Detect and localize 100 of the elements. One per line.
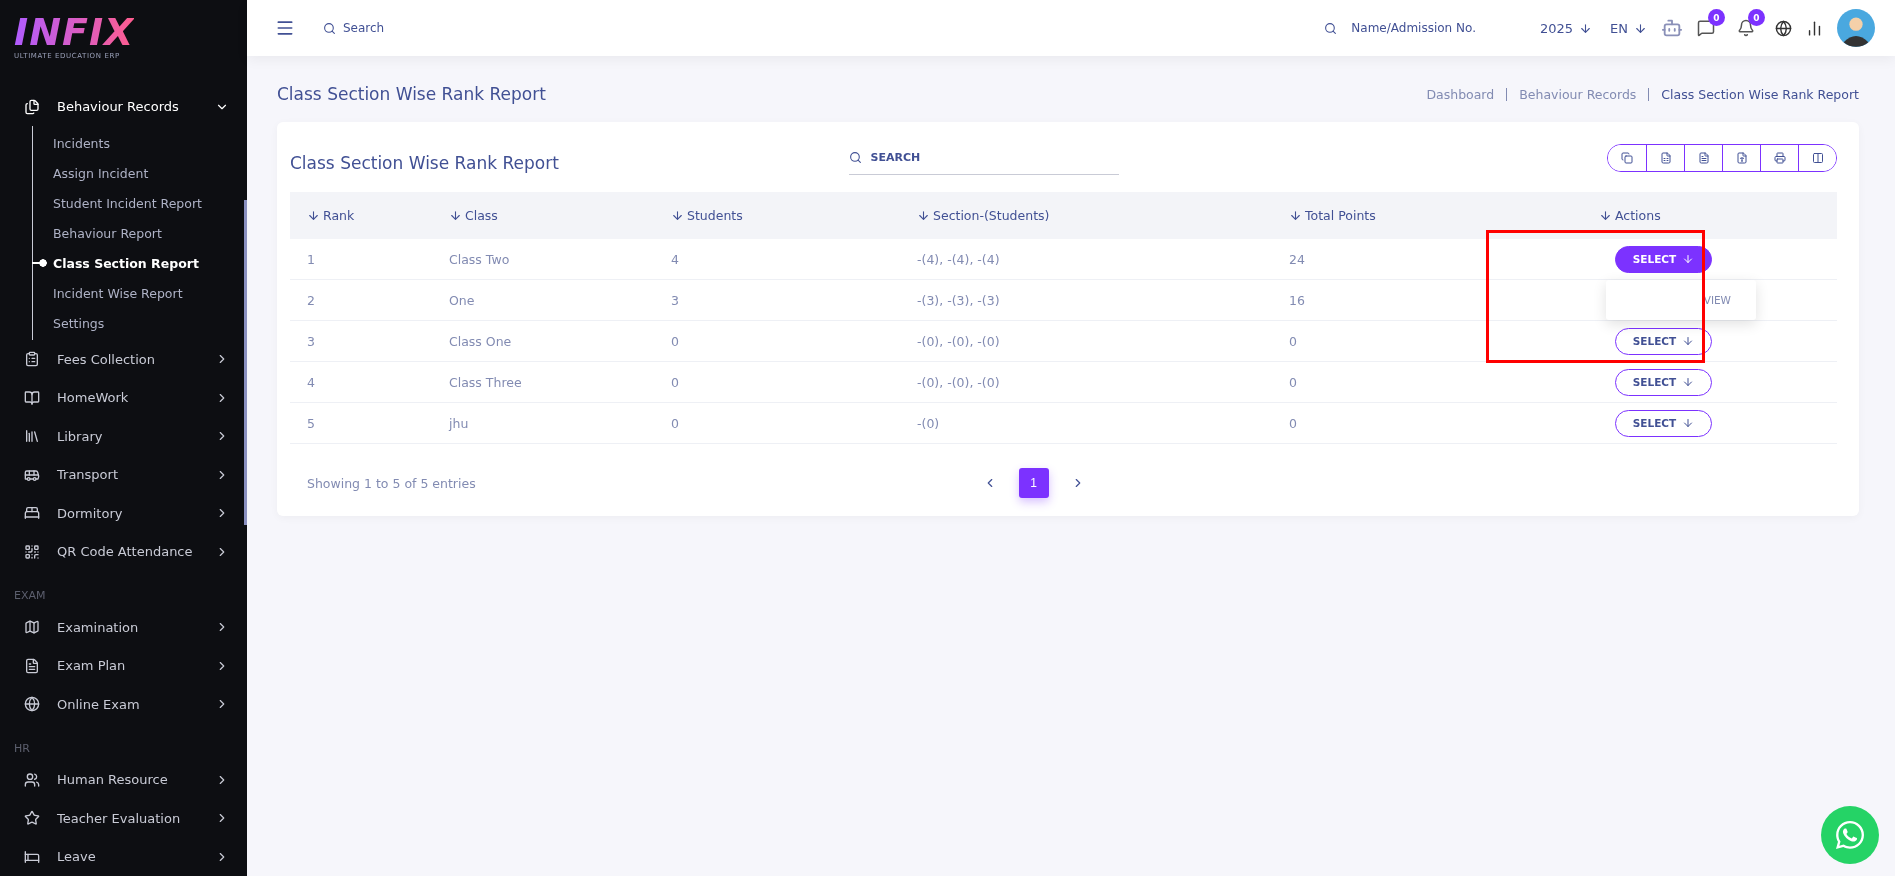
column-header[interactable]: Actions: [1599, 208, 1661, 223]
column-header[interactable]: Class: [449, 208, 498, 223]
menu-icon[interactable]: [275, 18, 295, 38]
entries-info: Showing 1 to 5 of 5 entries: [307, 475, 476, 491]
page-button[interactable]: 1: [1018, 468, 1049, 498]
table-search-field[interactable]: SEARCH: [848, 141, 1119, 175]
scrollbar-thumb[interactable]: [244, 200, 247, 525]
table-cell: Class Three: [449, 374, 522, 390]
table-cell: 0: [671, 374, 679, 390]
arrow-down-icon: [1682, 417, 1695, 429]
student-search-field[interactable]: Name/Admission No.: [1351, 21, 1476, 35]
card-title: Class Section Wise Rank Report: [290, 153, 559, 173]
search-field[interactable]: Search: [343, 21, 385, 35]
bed-icon: [24, 505, 40, 522]
table-cell: -(4), -(4), -(4): [917, 251, 1000, 267]
table-cell: 2: [307, 292, 315, 308]
sidebar-item[interactable]: Exam Plan: [0, 646, 247, 685]
breadcrumb-link[interactable]: Class Section Wise Rank Report: [1648, 87, 1859, 101]
arrow-down-icon: [917, 209, 930, 222]
sidebar-section-heading: HR: [13, 740, 30, 757]
users-icon: [24, 771, 40, 788]
select-dropdown-button[interactable]: SELECT: [1615, 327, 1712, 355]
chart-icon[interactable]: [1806, 19, 1823, 37]
printer-icon: [1773, 152, 1786, 164]
column-header[interactable]: Section-(Students): [917, 208, 1050, 223]
arrow-down-icon: [1682, 253, 1695, 265]
columns-icon: [1811, 152, 1824, 164]
select-dropdown-button[interactable]: SELECT: [1615, 245, 1712, 273]
arrow-down-icon: [671, 209, 684, 222]
arrow-down-icon: [1599, 209, 1612, 222]
spreadsheet-icon: [1659, 152, 1672, 164]
sidebar-subitem[interactable]: Class Section Report: [33, 248, 247, 278]
books-icon: [24, 428, 40, 445]
column-header[interactable]: Total Points: [1289, 208, 1376, 223]
file-icon: [1735, 152, 1748, 164]
document-icon: [1697, 152, 1710, 164]
search-icon: [1324, 21, 1338, 35]
arrow-down-icon: [449, 209, 462, 222]
table-cell: -(0): [917, 415, 940, 431]
table-cell: One: [449, 292, 475, 308]
table-cell: jhu: [449, 415, 469, 431]
select-dropdown-button[interactable]: SELECT: [1615, 368, 1712, 396]
sidebar-item[interactable]: Human Resource: [0, 760, 247, 799]
sidebar-item[interactable]: Examination: [0, 608, 247, 647]
sidebar-item[interactable]: Fees Collection: [0, 340, 247, 379]
message-count-badge: 0: [1708, 9, 1725, 26]
language-dropdown[interactable]: EN: [1610, 20, 1647, 36]
sidebar-item[interactable]: Leave: [0, 837, 247, 876]
table-cell: 0: [1289, 374, 1297, 390]
copy-icon: [1621, 152, 1633, 164]
book-icon: [24, 389, 40, 406]
table-cell: -(0), -(0), -(0): [917, 333, 1000, 349]
arrow-down-icon: [307, 209, 320, 222]
sidebar-item[interactable]: QR Code Attendance: [0, 532, 247, 571]
sidebar-item[interactable]: Dormitory: [0, 494, 247, 533]
arrow-down-icon: [1682, 376, 1695, 388]
robot-icon[interactable]: [1661, 17, 1683, 39]
sidebar-subitem[interactable]: Settings: [33, 308, 247, 338]
table-cell: 4: [307, 374, 315, 390]
table-cell: 0: [1289, 333, 1297, 349]
table-cell: 0: [1289, 415, 1297, 431]
sidebar-subitem[interactable]: Incident Wise Report: [33, 278, 247, 308]
arrow-down-icon: [1289, 209, 1302, 222]
table-cell: 3: [307, 333, 315, 349]
globe-icon[interactable]: [1775, 19, 1792, 37]
sidebar-item[interactable]: Library: [0, 417, 247, 456]
table-cell: 4: [671, 251, 679, 267]
sidebar-item[interactable]: Online Exam: [0, 685, 247, 724]
table-cell: 24: [1289, 251, 1305, 267]
page-title: Class Section Wise Rank Report: [277, 84, 546, 104]
bell-icon[interactable]: [1737, 19, 1755, 37]
year-dropdown[interactable]: 2025: [1539, 20, 1593, 36]
sidebar-item[interactable]: Teacher Evaluation: [0, 799, 247, 838]
sidebar-subitem[interactable]: Assign Incident: [33, 158, 247, 188]
map-icon: [24, 619, 40, 636]
sidebar-subitem[interactable]: Student Incident Report: [33, 188, 247, 218]
sidebar-subitem[interactable]: Incidents: [33, 128, 247, 158]
sidebar-subitem[interactable]: Behaviour Report: [33, 218, 247, 248]
column-header[interactable]: Students: [671, 208, 743, 223]
chat-icon[interactable]: [1697, 19, 1715, 37]
document-icon: [24, 657, 40, 674]
notification-count-badge: 0: [1748, 9, 1765, 26]
sidebar-item[interactable]: Transport: [0, 455, 247, 494]
active-marker-icon: [32, 259, 47, 267]
arrow-down-icon: [1634, 21, 1647, 35]
table-cell: 16: [1289, 292, 1305, 308]
select-dropdown-button[interactable]: SELECT: [1615, 409, 1712, 437]
avatar-icon[interactable]: [1837, 9, 1875, 47]
columns-button[interactable]: [1798, 145, 1836, 171]
table-cell: 5: [307, 415, 315, 431]
table-cell: 3: [671, 292, 679, 308]
sidebar-item[interactable]: Behaviour Records: [0, 87, 247, 126]
files-icon: [24, 98, 40, 115]
table-cell: 1: [307, 251, 315, 267]
sidebar-item[interactable]: HomeWork: [0, 378, 247, 417]
sidebar-section-heading: EXAM: [13, 588, 46, 604]
whatsapp-icon: [1834, 819, 1866, 851]
clipboard-icon: [24, 351, 40, 368]
column-header[interactable]: Rank: [307, 208, 355, 223]
table-cell: 0: [671, 415, 679, 431]
